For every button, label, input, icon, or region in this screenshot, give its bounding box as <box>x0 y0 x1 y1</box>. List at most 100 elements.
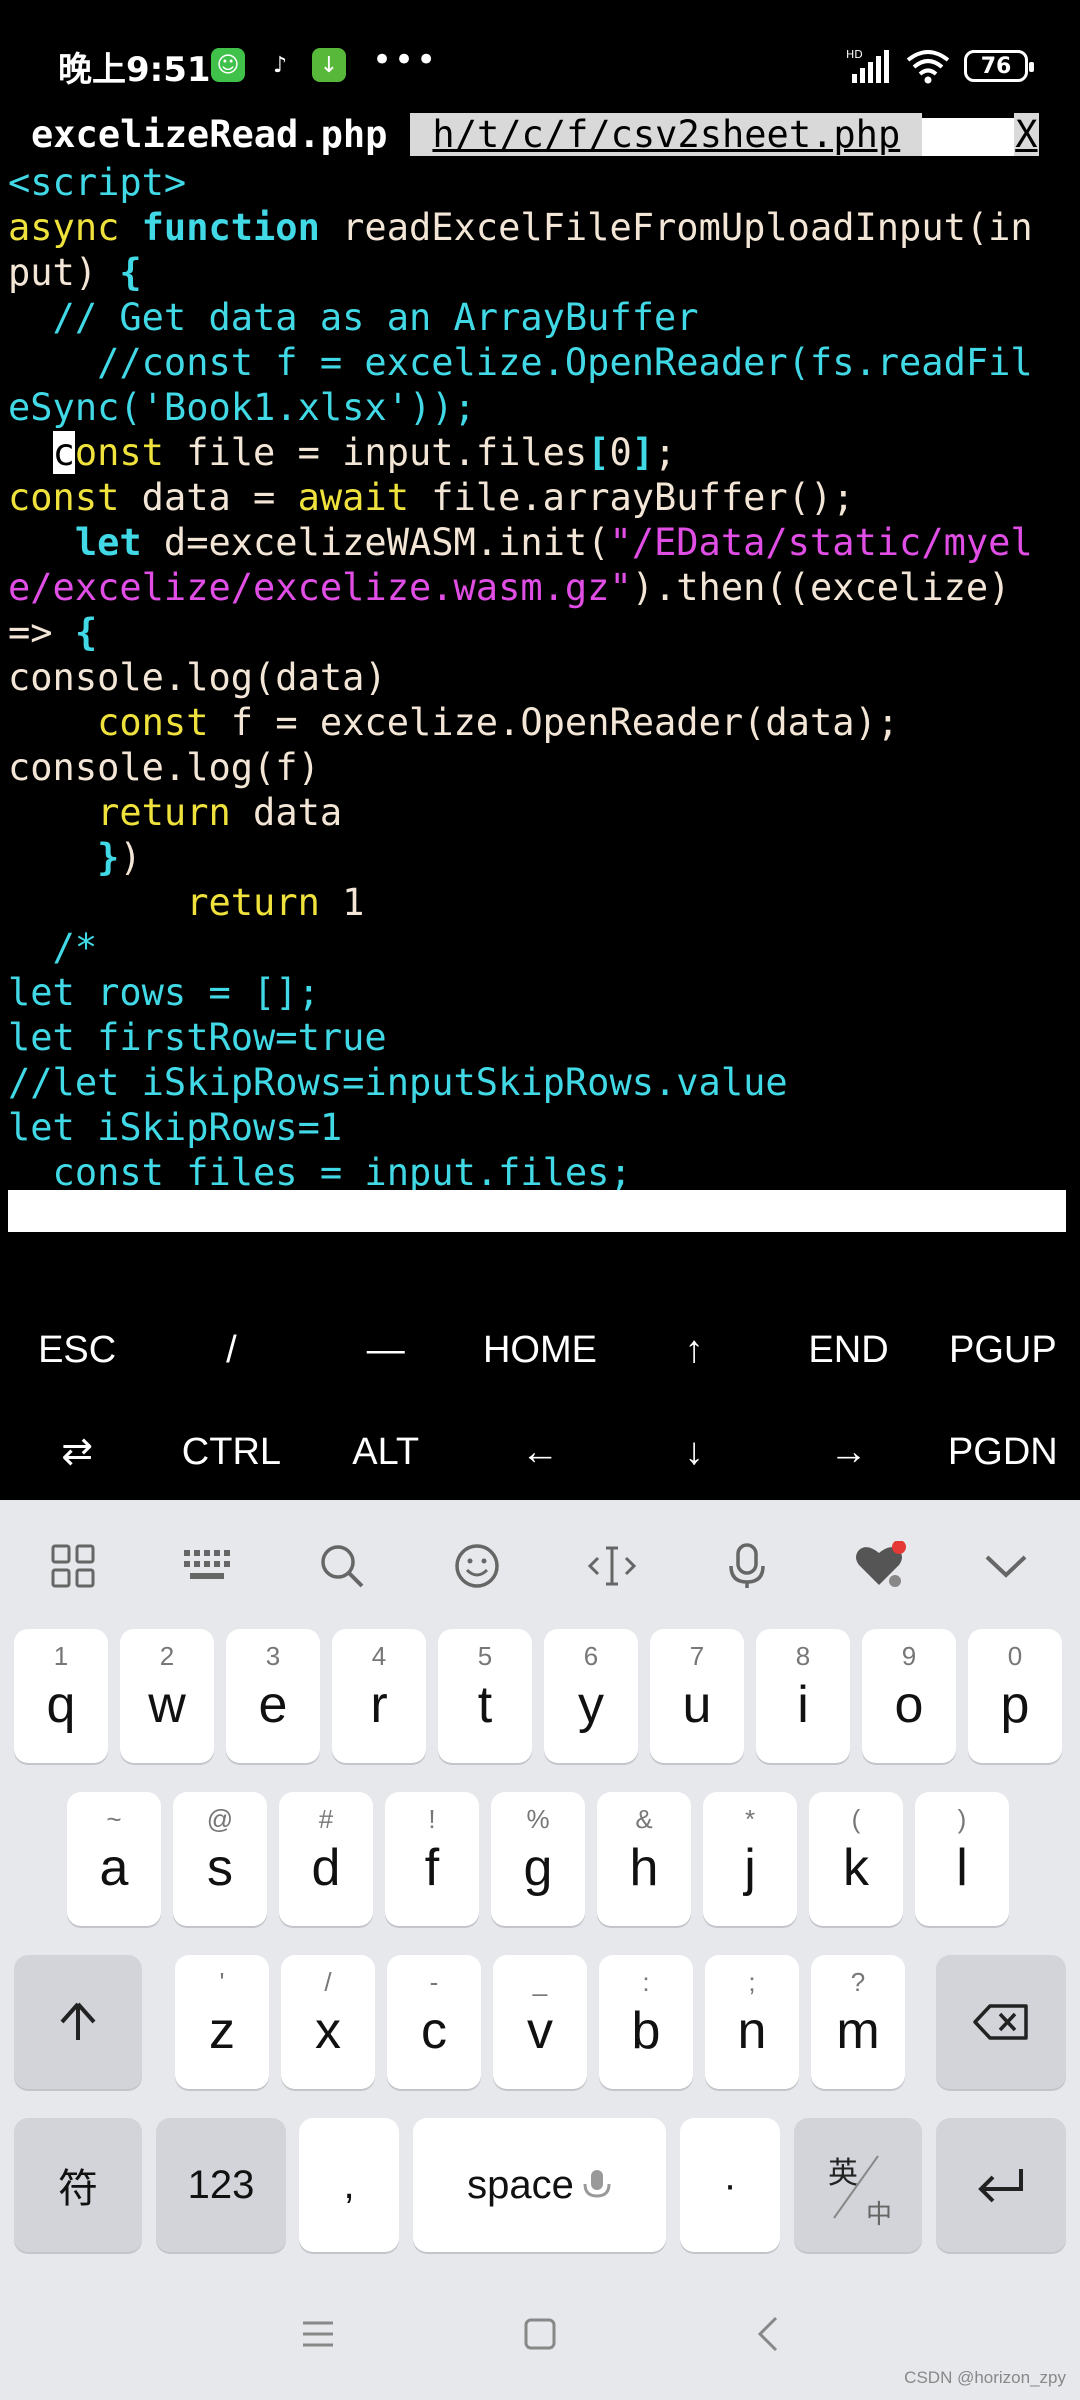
key-label: h <box>629 1839 659 1897</box>
key-c[interactable]: -c <box>387 1955 481 2089</box>
language-switch-key[interactable]: 英 中 <box>794 2118 922 2252</box>
key-z[interactable]: ' z <box>175 1955 269 2089</box>
extra-key[interactable]: ESC <box>0 1300 154 1400</box>
extra-key[interactable]: → <box>771 1402 925 1502</box>
extra-key[interactable]: CTRL <box>154 1402 308 1502</box>
key-a[interactable]: ~ a <box>67 1792 161 1926</box>
backspace-key[interactable] <box>936 1955 1066 2089</box>
extra-key[interactable]: HOME <box>463 1300 617 1400</box>
emoji-icon[interactable] <box>449 1538 505 1594</box>
code-line[interactable]: eSync('Book1.xlsx')); <box>8 385 1080 430</box>
shift-key[interactable] <box>14 1955 142 2089</box>
back-icon[interactable] <box>746 2312 790 2356</box>
home-icon[interactable] <box>518 2312 562 2356</box>
code-line[interactable]: return 1 <box>8 880 1080 925</box>
key-g[interactable]: % g <box>491 1792 585 1926</box>
key-i[interactable]: 8i <box>756 1629 850 1763</box>
code-line[interactable]: const files = input.files; <box>8 1150 1080 1195</box>
key-x[interactable]: / x <box>281 1955 375 2089</box>
key-label: g <box>523 1839 553 1897</box>
text-cursor: c <box>52 431 75 474</box>
mic-icon[interactable] <box>719 1538 775 1594</box>
code-line[interactable]: console.log(data) <box>8 655 1080 700</box>
code-token: //let iSkipRows=inputSkipRows.value <box>8 1061 788 1104</box>
period-key[interactable]: · <box>680 2118 780 2252</box>
extra-key[interactable]: ← <box>463 1402 617 1502</box>
key-hint: 6 <box>583 1641 599 1671</box>
code-line[interactable]: e/excelize/excelize.wasm.gz").then((exce… <box>8 565 1080 610</box>
terminal[interactable]: excelizeRead.php h/t/c/f/csv2sheet.php X <… <box>0 110 1080 1500</box>
code-line[interactable]: }) <box>8 835 1080 880</box>
key-b[interactable]: :b <box>599 1955 693 2089</box>
space-key[interactable]: space <box>413 2118 666 2252</box>
key-y[interactable]: 6y <box>544 1629 638 1763</box>
heart-sticker-icon[interactable] <box>853 1538 909 1594</box>
key-label: r <box>370 1676 388 1734</box>
extra-key[interactable]: PGUP <box>926 1300 1080 1400</box>
code-token: const files = input.files; <box>8 1151 632 1194</box>
code-line[interactable]: const file = input.files[0]; <box>8 430 1080 475</box>
code-line[interactable]: /* <box>8 925 1080 970</box>
menu-icon[interactable] <box>296 2312 340 2356</box>
code-area[interactable]: <script> async function readExcelFileFrom… <box>0 160 1080 1195</box>
code-line[interactable]: <script> <box>8 160 1080 205</box>
key-q[interactable]: 1q <box>14 1629 108 1763</box>
signal-icon: HD <box>846 48 889 83</box>
extra-key[interactable]: PGDN <box>926 1402 1080 1502</box>
collapse-icon[interactable] <box>978 1538 1034 1594</box>
extra-key[interactable]: END <box>771 1300 925 1400</box>
tab-active[interactable]: excelizeRead.php <box>0 113 410 156</box>
code-line[interactable]: // Get data as an ArrayBuffer <box>8 295 1080 340</box>
key-f[interactable]: ! f <box>385 1792 479 1926</box>
grid-icon[interactable] <box>45 1538 101 1594</box>
comma-key[interactable]: , <box>299 2118 399 2252</box>
code-line[interactable]: console.log(f) <box>8 745 1080 790</box>
key-d[interactable]: # d <box>279 1792 373 1926</box>
key-r[interactable]: 4r <box>332 1629 426 1763</box>
key-m[interactable]: ? m <box>811 1955 905 2089</box>
code-line[interactable]: //let iSkipRows=inputSkipRows.value <box>8 1060 1080 1105</box>
code-line[interactable]: return data <box>8 790 1080 835</box>
extra-key[interactable]: ↑ <box>617 1300 771 1400</box>
cursor-icon[interactable] <box>584 1538 640 1594</box>
symbol-key[interactable]: 符 <box>14 2118 142 2252</box>
extra-key[interactable]: ↓ <box>617 1402 771 1502</box>
key-u[interactable]: 7u <box>650 1629 744 1763</box>
code-line[interactable]: const f = excelize.OpenReader(data); <box>8 700 1080 745</box>
code-line[interactable]: let iSkipRows=1 <box>8 1105 1080 1150</box>
extra-key[interactable]: / <box>154 1300 308 1400</box>
key-n[interactable]: ; n <box>705 1955 799 2089</box>
extra-key[interactable]: ALT <box>309 1402 463 1502</box>
key-j[interactable]: * j <box>703 1792 797 1926</box>
key-e[interactable]: 3e <box>226 1629 320 1763</box>
key-label: d <box>311 1839 341 1897</box>
key-p[interactable]: 0p <box>968 1629 1062 1763</box>
code-line[interactable]: let d=excelizeWASM.init("/EData/static/m… <box>8 520 1080 565</box>
code-line[interactable]: let rows = []; <box>8 970 1080 1015</box>
key-o[interactable]: 9o <box>862 1629 956 1763</box>
keyboard-icon[interactable] <box>179 1538 235 1594</box>
extra-key[interactable]: ⇄ <box>0 1402 154 1502</box>
code-line[interactable]: const data = await file.arrayBuffer(); <box>8 475 1080 520</box>
code-line[interactable]: async function readExcelFileFromUploadIn… <box>8 205 1080 250</box>
key-v[interactable]: _ v <box>493 1955 587 2089</box>
key-w[interactable]: 2w <box>120 1629 214 1763</box>
key-t[interactable]: 5t <box>438 1629 532 1763</box>
code-line[interactable]: let firstRow=true <box>8 1015 1080 1060</box>
code-line[interactable]: //const f = excelize.OpenReader(fs.readF… <box>8 340 1080 385</box>
code-token: let rows = []; <box>8 971 320 1014</box>
enter-key[interactable] <box>936 2118 1066 2252</box>
extra-key[interactable]: — <box>309 1300 463 1400</box>
key-s[interactable]: @ s <box>173 1792 267 1926</box>
close-tab-button[interactable]: X <box>1014 113 1039 156</box>
key-h[interactable]: & h <box>597 1792 691 1926</box>
code-line[interactable]: put) { <box>8 250 1080 295</box>
code-line[interactable]: => { <box>8 610 1080 655</box>
key-hint: 7 <box>689 1641 705 1671</box>
tab-inactive[interactable]: h/t/c/f/csv2sheet.php <box>410 113 923 156</box>
numbers-key[interactable]: 123 <box>156 2118 286 2252</box>
key-label: b <box>631 2002 661 2060</box>
key-l[interactable]: ) l <box>915 1792 1009 1926</box>
key-k[interactable]: (k <box>809 1792 903 1926</box>
search-icon[interactable] <box>314 1538 370 1594</box>
